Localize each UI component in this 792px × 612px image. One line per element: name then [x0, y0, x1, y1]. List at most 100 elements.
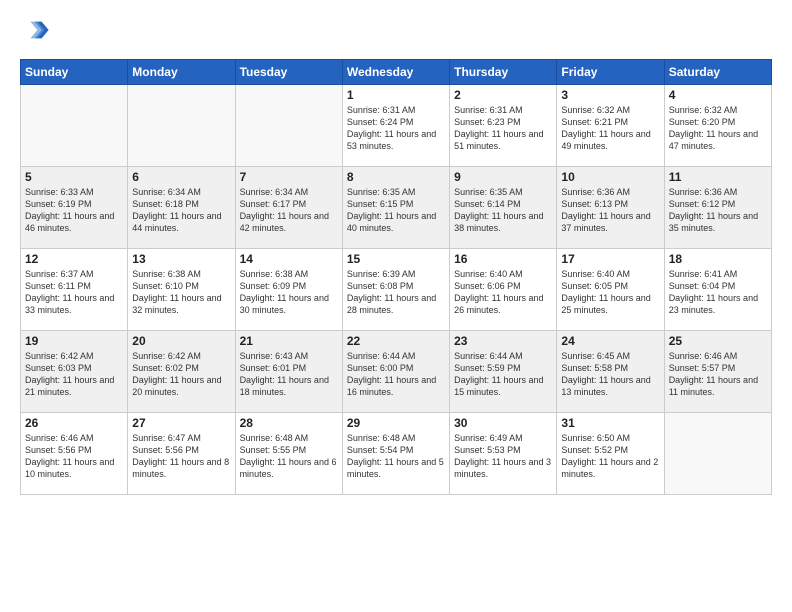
calendar-day-cell: 13 Sunrise: 6:38 AM Sunset: 6:10 PM Dayli… [128, 249, 235, 331]
day-number: 4 [669, 88, 767, 102]
day-info: Sunrise: 6:34 AM Sunset: 6:18 PM Dayligh… [132, 186, 230, 235]
calendar-day-cell [664, 413, 771, 495]
day-info: Sunrise: 6:40 AM Sunset: 6:06 PM Dayligh… [454, 268, 552, 317]
calendar-day-cell [235, 85, 342, 167]
day-info: Sunrise: 6:41 AM Sunset: 6:04 PM Dayligh… [669, 268, 767, 317]
weekday-header-wednesday: Wednesday [342, 60, 449, 85]
day-number: 26 [25, 416, 123, 430]
day-info: Sunrise: 6:50 AM Sunset: 5:52 PM Dayligh… [561, 432, 659, 481]
day-number: 20 [132, 334, 230, 348]
day-number: 18 [669, 252, 767, 266]
day-number: 29 [347, 416, 445, 430]
day-number: 21 [240, 334, 338, 348]
day-number: 22 [347, 334, 445, 348]
calendar-day-cell: 11 Sunrise: 6:36 AM Sunset: 6:12 PM Dayli… [664, 167, 771, 249]
day-info: Sunrise: 6:46 AM Sunset: 5:57 PM Dayligh… [669, 350, 767, 399]
calendar-day-cell: 7Sunrise: 6:34 AM Sunset: 6:17 PM Daylig… [235, 167, 342, 249]
calendar-day-cell: 16 Sunrise: 6:40 AM Sunset: 6:06 PM Dayli… [450, 249, 557, 331]
logo [20, 16, 50, 49]
day-info: Sunrise: 6:32 AM Sunset: 6:21 PM Dayligh… [561, 104, 659, 153]
day-number: 6 [132, 170, 230, 184]
day-info: Sunrise: 6:38 AM Sunset: 6:10 PM Dayligh… [132, 268, 230, 317]
calendar-week-row: 5 Sunrise: 6:33 AM Sunset: 6:19 PM Daylig… [21, 167, 772, 249]
day-number: 16 [454, 252, 552, 266]
calendar-day-cell: 29Sunrise: 6:48 AM Sunset: 5:54 PM Dayli… [342, 413, 449, 495]
day-number: 12 [25, 252, 123, 266]
calendar-day-cell: 4 Sunrise: 6:32 AM Sunset: 6:20 PM Daylig… [664, 85, 771, 167]
calendar-day-cell: 27 Sunrise: 6:47 AM Sunset: 5:56 PM Dayli… [128, 413, 235, 495]
calendar-day-cell: 30Sunrise: 6:49 AM Sunset: 5:53 PM Dayli… [450, 413, 557, 495]
day-number: 9 [454, 170, 552, 184]
day-number: 23 [454, 334, 552, 348]
calendar-day-cell: 24 Sunrise: 6:45 AM Sunset: 5:58 PM Dayli… [557, 331, 664, 413]
day-info: Sunrise: 6:49 AM Sunset: 5:53 PM Dayligh… [454, 432, 552, 481]
day-number: 28 [240, 416, 338, 430]
calendar-day-cell: 23Sunrise: 6:44 AM Sunset: 5:59 PM Dayli… [450, 331, 557, 413]
calendar-table: SundayMondayTuesdayWednesdayThursdayFrid… [20, 59, 772, 495]
day-info: Sunrise: 6:47 AM Sunset: 5:56 PM Dayligh… [132, 432, 230, 481]
calendar-day-cell: 6 Sunrise: 6:34 AM Sunset: 6:18 PM Daylig… [128, 167, 235, 249]
day-info: Sunrise: 6:44 AM Sunset: 6:00 PM Dayligh… [347, 350, 445, 399]
day-number: 8 [347, 170, 445, 184]
calendar-day-cell: 2 Sunrise: 6:31 AM Sunset: 6:23 PM Daylig… [450, 85, 557, 167]
day-number: 27 [132, 416, 230, 430]
calendar-day-cell: 26 Sunrise: 6:46 AM Sunset: 5:56 PM Dayli… [21, 413, 128, 495]
day-number: 15 [347, 252, 445, 266]
calendar-week-row: 12 Sunrise: 6:37 AM Sunset: 6:11 PM Dayli… [21, 249, 772, 331]
calendar-day-cell: 9 Sunrise: 6:35 AM Sunset: 6:14 PM Daylig… [450, 167, 557, 249]
calendar-day-cell: 19 Sunrise: 6:42 AM Sunset: 6:03 PM Dayli… [21, 331, 128, 413]
day-number: 5 [25, 170, 123, 184]
page: SundayMondayTuesdayWednesdayThursdayFrid… [0, 0, 792, 612]
day-info: Sunrise: 6:40 AM Sunset: 6:05 PM Dayligh… [561, 268, 659, 317]
weekday-header-friday: Friday [557, 60, 664, 85]
calendar-day-cell: 18 Sunrise: 6:41 AM Sunset: 6:04 PM Dayli… [664, 249, 771, 331]
day-number: 3 [561, 88, 659, 102]
weekday-header-row: SundayMondayTuesdayWednesdayThursdayFrid… [21, 60, 772, 85]
day-info: Sunrise: 6:42 AM Sunset: 6:02 PM Dayligh… [132, 350, 230, 399]
logo-icon [22, 16, 50, 44]
day-info: Sunrise: 6:32 AM Sunset: 6:20 PM Dayligh… [669, 104, 767, 153]
day-info: Sunrise: 6:37 AM Sunset: 6:11 PM Dayligh… [25, 268, 123, 317]
calendar-day-cell: 22 Sunrise: 6:44 AM Sunset: 6:00 PM Dayli… [342, 331, 449, 413]
weekday-header-sunday: Sunday [21, 60, 128, 85]
calendar-day-cell: 8Sunrise: 6:35 AM Sunset: 6:15 PM Daylig… [342, 167, 449, 249]
calendar-day-cell: 12 Sunrise: 6:37 AM Sunset: 6:11 PM Dayli… [21, 249, 128, 331]
day-info: Sunrise: 6:43 AM Sunset: 6:01 PM Dayligh… [240, 350, 338, 399]
day-info: Sunrise: 6:36 AM Sunset: 6:12 PM Dayligh… [669, 186, 767, 235]
calendar-day-cell: 31Sunrise: 6:50 AM Sunset: 5:52 PM Dayli… [557, 413, 664, 495]
calendar-day-cell: 14Sunrise: 6:38 AM Sunset: 6:09 PM Dayli… [235, 249, 342, 331]
calendar-week-row: 19 Sunrise: 6:42 AM Sunset: 6:03 PM Dayli… [21, 331, 772, 413]
day-number: 1 [347, 88, 445, 102]
day-info: Sunrise: 6:31 AM Sunset: 6:23 PM Dayligh… [454, 104, 552, 153]
weekday-header-tuesday: Tuesday [235, 60, 342, 85]
day-info: Sunrise: 6:42 AM Sunset: 6:03 PM Dayligh… [25, 350, 123, 399]
calendar-day-cell [21, 85, 128, 167]
calendar-day-cell: 3 Sunrise: 6:32 AM Sunset: 6:21 PM Daylig… [557, 85, 664, 167]
day-info: Sunrise: 6:39 AM Sunset: 6:08 PM Dayligh… [347, 268, 445, 317]
calendar-week-row: 1Sunrise: 6:31 AM Sunset: 6:24 PM Daylig… [21, 85, 772, 167]
calendar-day-cell [128, 85, 235, 167]
day-info: Sunrise: 6:46 AM Sunset: 5:56 PM Dayligh… [25, 432, 123, 481]
day-number: 19 [25, 334, 123, 348]
day-info: Sunrise: 6:45 AM Sunset: 5:58 PM Dayligh… [561, 350, 659, 399]
day-number: 11 [669, 170, 767, 184]
weekday-header-thursday: Thursday [450, 60, 557, 85]
day-info: Sunrise: 6:33 AM Sunset: 6:19 PM Dayligh… [25, 186, 123, 235]
calendar-week-row: 26 Sunrise: 6:46 AM Sunset: 5:56 PM Dayli… [21, 413, 772, 495]
header [20, 16, 772, 49]
calendar-day-cell: 15 Sunrise: 6:39 AM Sunset: 6:08 PM Dayli… [342, 249, 449, 331]
calendar-day-cell: 28Sunrise: 6:48 AM Sunset: 5:55 PM Dayli… [235, 413, 342, 495]
day-number: 10 [561, 170, 659, 184]
calendar-day-cell: 10Sunrise: 6:36 AM Sunset: 6:13 PM Dayli… [557, 167, 664, 249]
weekday-header-monday: Monday [128, 60, 235, 85]
day-info: Sunrise: 6:35 AM Sunset: 6:14 PM Dayligh… [454, 186, 552, 235]
day-number: 13 [132, 252, 230, 266]
day-number: 2 [454, 88, 552, 102]
day-number: 17 [561, 252, 659, 266]
day-number: 24 [561, 334, 659, 348]
calendar-day-cell: 25Sunrise: 6:46 AM Sunset: 5:57 PM Dayli… [664, 331, 771, 413]
calendar-day-cell: 21 Sunrise: 6:43 AM Sunset: 6:01 PM Dayli… [235, 331, 342, 413]
day-number: 7 [240, 170, 338, 184]
calendar-day-cell: 1Sunrise: 6:31 AM Sunset: 6:24 PM Daylig… [342, 85, 449, 167]
weekday-header-saturday: Saturday [664, 60, 771, 85]
